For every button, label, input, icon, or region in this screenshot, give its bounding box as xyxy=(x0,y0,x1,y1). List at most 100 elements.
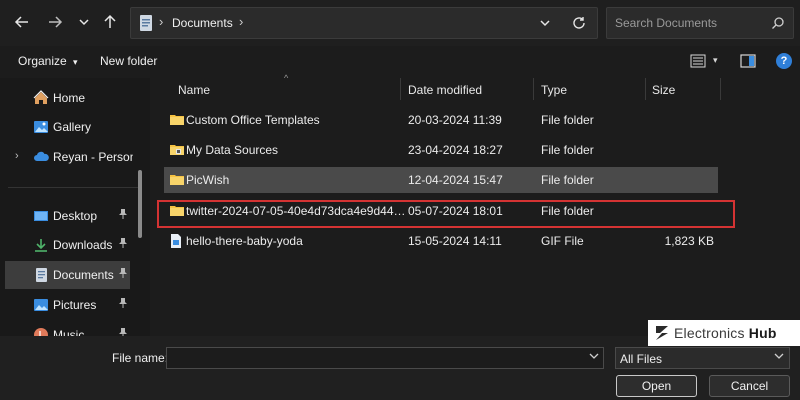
folder-icon xyxy=(170,113,184,126)
file-name-label: File name: xyxy=(112,351,169,365)
sidebar-item-pictures[interactable]: Pictures xyxy=(5,291,130,319)
column-header-size[interactable]: Size xyxy=(652,83,675,97)
file-date: 12-04-2024 15:47 xyxy=(408,173,503,187)
gif-file-icon xyxy=(170,234,184,248)
file-type: File folder xyxy=(541,113,594,127)
pin-icon[interactable] xyxy=(118,267,128,282)
download-icon xyxy=(33,237,49,253)
file-name: My Data Sources xyxy=(186,143,279,157)
expand-chevron-icon[interactable]: › xyxy=(15,150,19,162)
sidebar-item-label: Home xyxy=(53,91,86,105)
search-icon[interactable] xyxy=(771,16,785,33)
breadcrumb-documents[interactable]: Documents xyxy=(172,16,233,30)
preview-pane-icon[interactable] xyxy=(740,53,756,72)
column-header-name[interactable]: Name xyxy=(178,83,210,97)
file-type-value: All Files xyxy=(620,352,663,366)
column-divider[interactable] xyxy=(533,78,534,100)
navigation-pane: Home Gallery › Reyan - Persona Desktop D… xyxy=(0,78,150,336)
home-icon xyxy=(33,90,49,106)
back-arrow-icon[interactable] xyxy=(10,10,34,34)
sidebar-scrollbar[interactable] xyxy=(138,170,142,238)
logo-mark-icon xyxy=(654,324,670,345)
column-divider[interactable] xyxy=(720,78,721,100)
organize-button[interactable]: Organize ▾ xyxy=(18,54,78,68)
organize-label: Organize xyxy=(18,54,67,68)
column-divider[interactable] xyxy=(645,78,646,100)
view-options-caret-icon[interactable]: ▾ xyxy=(713,55,718,66)
sidebar-item-music[interactable]: Music xyxy=(5,321,130,336)
folder-data-icon xyxy=(170,143,184,156)
chevron-down-icon[interactable] xyxy=(774,351,784,364)
new-folder-button[interactable]: New folder xyxy=(100,54,157,68)
sidebar-item-label: Gallery xyxy=(53,120,92,134)
pictures-icon xyxy=(33,297,49,313)
pin-icon[interactable] xyxy=(118,237,128,252)
table-row[interactable]: PicWish 12-04-2024 15:47 File folder xyxy=(164,167,718,193)
address-bar[interactable]: › Documents › xyxy=(130,7,598,39)
sidebar-item-gallery[interactable]: Gallery xyxy=(5,113,130,141)
sidebar-item-home[interactable]: Home xyxy=(5,84,130,112)
sidebar-item-label: Reyan - Persona xyxy=(53,150,133,164)
sidebar-item-onedrive[interactable]: › Reyan - Persona xyxy=(5,143,133,171)
file-name: hello-there-baby-yoda xyxy=(186,234,303,248)
breadcrumb-separator: › xyxy=(159,14,164,29)
table-row[interactable]: My Data Sources 23-04-2024 18:27 File fo… xyxy=(164,137,718,163)
sidebar-item-downloads[interactable]: Downloads xyxy=(5,231,130,259)
navigation-bar: › Documents › xyxy=(0,0,800,46)
refresh-icon[interactable] xyxy=(571,15,587,34)
file-type: File folder xyxy=(541,143,594,157)
table-row[interactable]: hello-there-baby-yoda 15-05-2024 14:11 G… xyxy=(164,228,718,254)
table-row[interactable]: Custom Office Templates 20-03-2024 11:39… xyxy=(164,107,718,133)
open-button[interactable]: Open xyxy=(616,375,697,397)
desktop-icon xyxy=(33,208,49,224)
watermark-text-a: Electronics xyxy=(674,325,749,341)
file-name: PicWish xyxy=(186,173,230,187)
watermark-logo: Electronics Hub xyxy=(648,320,800,346)
search-box[interactable] xyxy=(606,7,794,39)
sidebar-item-label: Music xyxy=(53,328,85,336)
pin-icon[interactable] xyxy=(118,208,128,223)
file-name: Custom Office Templates xyxy=(186,113,320,127)
chevron-down-icon[interactable] xyxy=(72,10,96,34)
file-type-select[interactable]: All Files xyxy=(615,347,790,369)
file-date: 20-03-2024 11:39 xyxy=(408,113,502,127)
forward-arrow-icon[interactable] xyxy=(43,10,67,34)
file-date: 15-05-2024 14:11 xyxy=(408,234,502,248)
sort-ascending-icon: ^ xyxy=(284,73,289,83)
address-dropdown-chevron-icon[interactable] xyxy=(539,17,551,32)
chevron-down-icon[interactable] xyxy=(589,351,599,364)
music-icon xyxy=(33,327,49,336)
help-icon[interactable]: ? xyxy=(776,53,792,69)
cancel-button[interactable]: Cancel xyxy=(709,375,790,397)
highlight-annotation xyxy=(157,200,735,228)
file-date: 23-04-2024 18:27 xyxy=(408,143,503,157)
sidebar-item-desktop[interactable]: Desktop xyxy=(5,202,130,230)
file-size: 1,823 KB xyxy=(664,234,714,248)
file-type: GIF File xyxy=(541,234,584,248)
column-divider[interactable] xyxy=(400,78,401,100)
cloud-icon xyxy=(33,149,49,165)
column-header-date[interactable]: Date modified xyxy=(408,83,482,97)
search-input[interactable] xyxy=(615,14,765,32)
sidebar-item-label: Documents xyxy=(53,268,114,282)
sidebar-divider xyxy=(8,187,138,188)
watermark-text: Electronics Hub xyxy=(674,325,777,341)
breadcrumb-separator-end[interactable]: › xyxy=(239,14,243,29)
watermark-text-b: Hub xyxy=(748,325,777,341)
file-name-input[interactable] xyxy=(166,347,604,369)
document-icon xyxy=(139,14,153,35)
view-details-icon[interactable] xyxy=(690,54,706,71)
column-header-type[interactable]: Type xyxy=(541,83,567,97)
up-arrow-icon[interactable] xyxy=(98,10,122,34)
file-type: File folder xyxy=(541,173,594,187)
folder-icon xyxy=(170,173,184,186)
pin-icon[interactable] xyxy=(118,297,128,312)
command-bar: Organize ▾ New folder ▾ ? xyxy=(0,46,800,78)
pin-icon[interactable] xyxy=(118,327,128,336)
sidebar-item-label: Desktop xyxy=(53,209,98,223)
gallery-icon xyxy=(33,119,49,135)
organize-caret-icon: ▾ xyxy=(73,57,78,67)
sidebar-item-label: Pictures xyxy=(53,298,97,312)
sidebar-item-documents[interactable]: Documents xyxy=(5,261,130,289)
column-header-row: ^ Name Date modified Type Size xyxy=(150,73,800,100)
